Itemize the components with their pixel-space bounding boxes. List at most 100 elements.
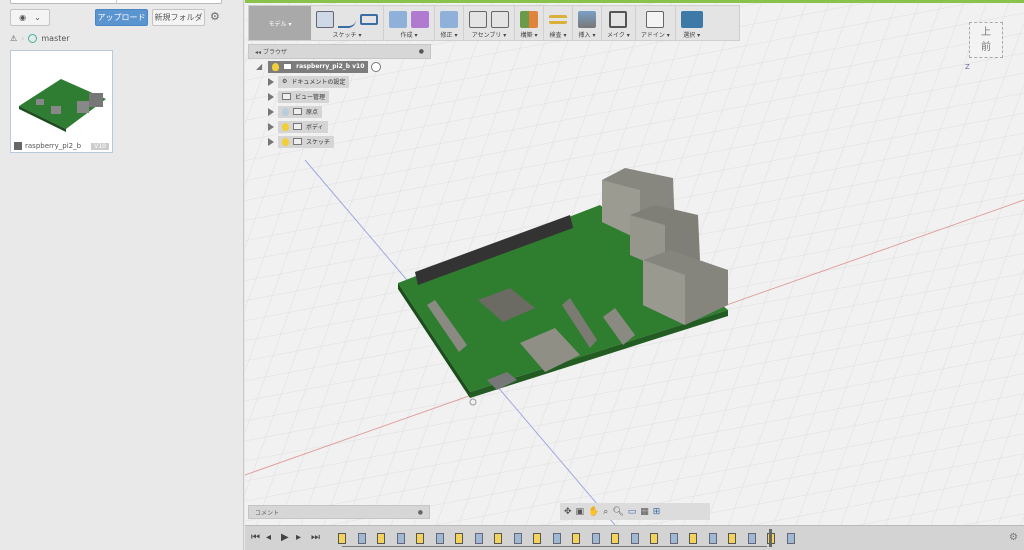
activate-radio[interactable]	[371, 61, 382, 72]
timeline-sketch-feature[interactable]	[689, 533, 697, 544]
browser-title: ブラウザ	[262, 49, 287, 56]
look-at-icon[interactable]: ▣	[576, 507, 585, 517]
timeline-sketch-feature[interactable]	[650, 533, 658, 544]
plane-icon	[520, 10, 538, 28]
insert-image-icon	[578, 10, 596, 28]
line-icon	[338, 11, 356, 28]
timeline-sketch-feature[interactable]	[533, 533, 541, 544]
timeline-sketch-feature[interactable]	[494, 533, 502, 544]
orbit-icon[interactable]: ✥	[564, 507, 572, 517]
chevron-down-icon: ⌄	[34, 13, 41, 22]
gear-icon: ⚙	[282, 78, 288, 85]
hub-icon[interactable]: ⚠	[10, 34, 17, 43]
folder-icon	[282, 93, 291, 100]
tree-item-sketches[interactable]: スケッチ	[248, 134, 431, 149]
timeline-extrude-feature[interactable]	[552, 533, 561, 544]
settings-gear-icon[interactable]: ⚙	[210, 10, 220, 23]
timeline-settings-gear-icon[interactable]: ⚙	[1009, 532, 1018, 543]
form-icon	[411, 10, 429, 28]
timeline-features	[338, 533, 795, 545]
search-input[interactable]	[10, 0, 222, 4]
addins-menu[interactable]: アドイン ▾	[636, 6, 676, 40]
timeline: ⏮ ◂ ▶ ▸ ⏭ ⚙	[245, 525, 1024, 550]
timeline-sketch-feature[interactable]	[728, 533, 736, 544]
workspace-switcher[interactable]: モデル ▾	[249, 6, 311, 40]
sketch-menu[interactable]: スケッチ ▾	[311, 6, 384, 40]
viewcube-front-face[interactable]: 前	[970, 38, 1002, 53]
inspect-menu[interactable]: 検査 ▾	[544, 6, 573, 40]
joint-icon	[491, 10, 509, 28]
folder-icon	[293, 108, 302, 115]
step-back-icon[interactable]: ◂	[266, 532, 271, 543]
go-to-start-icon[interactable]: ⏮	[251, 532, 260, 543]
measure-icon	[549, 14, 567, 24]
create-menu[interactable]: 作成 ▾	[384, 6, 435, 40]
timeline-extrude-feature[interactable]	[708, 533, 717, 544]
tree-item-origin[interactable]: 原点	[248, 104, 431, 119]
zoom-window-icon[interactable]: 🔍︎	[612, 507, 623, 517]
grid-icon[interactable]: ▦	[640, 507, 649, 517]
timeline-sketch-feature[interactable]	[572, 533, 580, 544]
timeline-sketch-feature[interactable]	[416, 533, 424, 544]
browser-panel: ◂◂ ブラウザ ● ◢ raspberry_pi2_b v10 ⚙ ドキュメントの設…	[248, 44, 431, 149]
zoom-icon[interactable]: ⌕	[603, 507, 608, 517]
modify-menu[interactable]: 修正 ▾	[435, 6, 464, 40]
timeline-extrude-feature[interactable]	[435, 533, 444, 544]
comments-panel[interactable]: コメント ●	[248, 505, 430, 519]
pin-icon[interactable]: ●	[418, 509, 423, 516]
new-folder-button[interactable]: 新規フォルダ	[152, 9, 205, 26]
viewports-icon[interactable]: ⊞	[653, 507, 661, 517]
navigation-bar: ✥ ▣ ✋ ⌕ 🔍︎ ▭ ▦ ⊞	[560, 503, 710, 520]
make-menu[interactable]: メイク ▾	[602, 6, 636, 40]
component-icon	[469, 10, 487, 28]
assemble-menu[interactable]: アセンブリ ▾	[464, 6, 515, 40]
tree-root[interactable]: ◢ raspberry_pi2_b v10	[248, 59, 431, 74]
visibility-bulb-icon	[282, 137, 289, 146]
pan-hand-icon[interactable]: ✋	[588, 507, 599, 517]
timeline-extrude-feature[interactable]	[396, 533, 405, 544]
z-axis-label: Z	[965, 63, 970, 71]
branch-icon	[28, 34, 38, 43]
workspace-indicator-bar	[245, 0, 1024, 3]
tree-item-bodies[interactable]: ボディ	[248, 119, 431, 134]
display-settings-icon[interactable]: ▭	[628, 507, 637, 517]
insert-menu[interactable]: 挿入 ▾	[573, 6, 602, 40]
play-icon[interactable]: ▶	[281, 532, 289, 543]
scripts-icon	[646, 10, 665, 28]
timeline-extrude-feature[interactable]	[786, 533, 795, 544]
view-cube[interactable]: 上 前 Z	[965, 20, 1007, 71]
visibility-bulb-icon	[282, 107, 289, 116]
timeline-extrude-feature[interactable]	[474, 533, 483, 544]
go-to-end-icon[interactable]: ⏭	[311, 532, 320, 543]
folder-icon	[293, 138, 302, 145]
timeline-sketch-feature[interactable]	[377, 533, 385, 544]
timeline-sketch-feature[interactable]	[611, 533, 619, 544]
press-pull-icon	[440, 10, 458, 28]
timeline-track	[342, 546, 767, 547]
timeline-sketch-feature[interactable]	[338, 533, 346, 544]
timeline-extrude-feature[interactable]	[513, 533, 522, 544]
select-menu[interactable]: 選択 ▾	[676, 6, 708, 40]
file-thumbnail-card[interactable]: raspberry_pi2_b V10	[10, 50, 113, 153]
branch-name[interactable]: master	[41, 34, 69, 43]
view-toggle-button[interactable]: ◉ ⌄	[10, 9, 50, 26]
timeline-marker[interactable]	[769, 529, 772, 547]
tree-item-document-settings[interactable]: ⚙ ドキュメントの設定	[248, 74, 431, 89]
timeline-extrude-feature[interactable]	[747, 533, 756, 544]
browser-header[interactable]: ◂◂ ブラウザ ●	[248, 44, 431, 59]
timeline-extrude-feature[interactable]	[357, 533, 366, 544]
visibility-bulb-icon	[272, 62, 280, 71]
version-badge: V10	[91, 142, 109, 150]
breadcrumb: ⚠ › master	[10, 34, 70, 43]
upload-button[interactable]: アップロード	[95, 9, 148, 26]
component-icon	[283, 63, 293, 70]
timeline-extrude-feature[interactable]	[669, 533, 678, 544]
timeline-extrude-feature[interactable]	[630, 533, 639, 544]
timeline-extrude-feature[interactable]	[591, 533, 600, 544]
timeline-sketch-feature[interactable]	[455, 533, 463, 544]
tree-item-named-views[interactable]: ビュー管理	[248, 89, 431, 104]
viewcube-top-face[interactable]: 上	[970, 23, 1002, 38]
step-forward-icon[interactable]: ▸	[296, 532, 301, 543]
construct-menu[interactable]: 構築 ▾	[515, 6, 544, 40]
folder-icon	[293, 123, 302, 130]
